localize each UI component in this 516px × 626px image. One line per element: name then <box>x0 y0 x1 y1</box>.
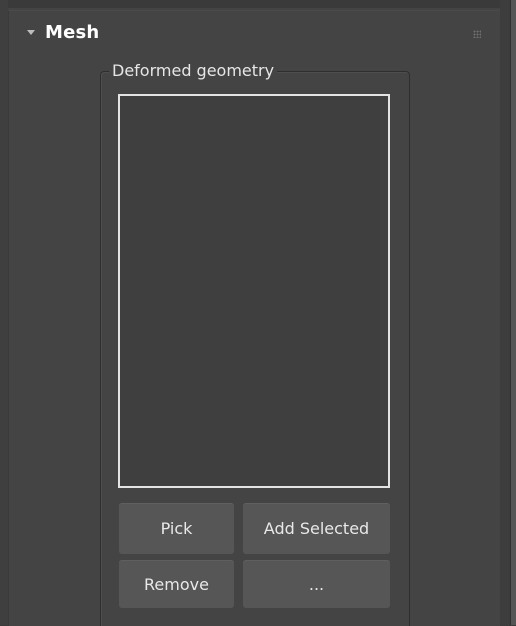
command-panel: Mesh Deformed geometry Pick Add Selected… <box>0 0 516 626</box>
panel-top-strip <box>0 0 516 8</box>
remove-button[interactable]: Remove <box>119 560 234 608</box>
collapse-triangle-icon[interactable] <box>27 30 35 35</box>
groupbox-label: Deformed geometry <box>109 60 278 82</box>
pick-button[interactable]: Pick <box>119 503 234 554</box>
panel-left-edge <box>0 0 8 625</box>
rollout-title[interactable]: Mesh <box>45 22 99 43</box>
deformed-geometry-list[interactable] <box>118 94 390 488</box>
drag-handle-icon[interactable] <box>473 30 481 38</box>
panel-scrollbar[interactable] <box>510 0 516 625</box>
add-selected-button[interactable]: Add Selected <box>243 503 390 554</box>
rollout-header[interactable]: Mesh <box>18 22 99 43</box>
more-options-button[interactable]: ... <box>243 560 390 608</box>
panel-right-gutter <box>500 0 510 625</box>
